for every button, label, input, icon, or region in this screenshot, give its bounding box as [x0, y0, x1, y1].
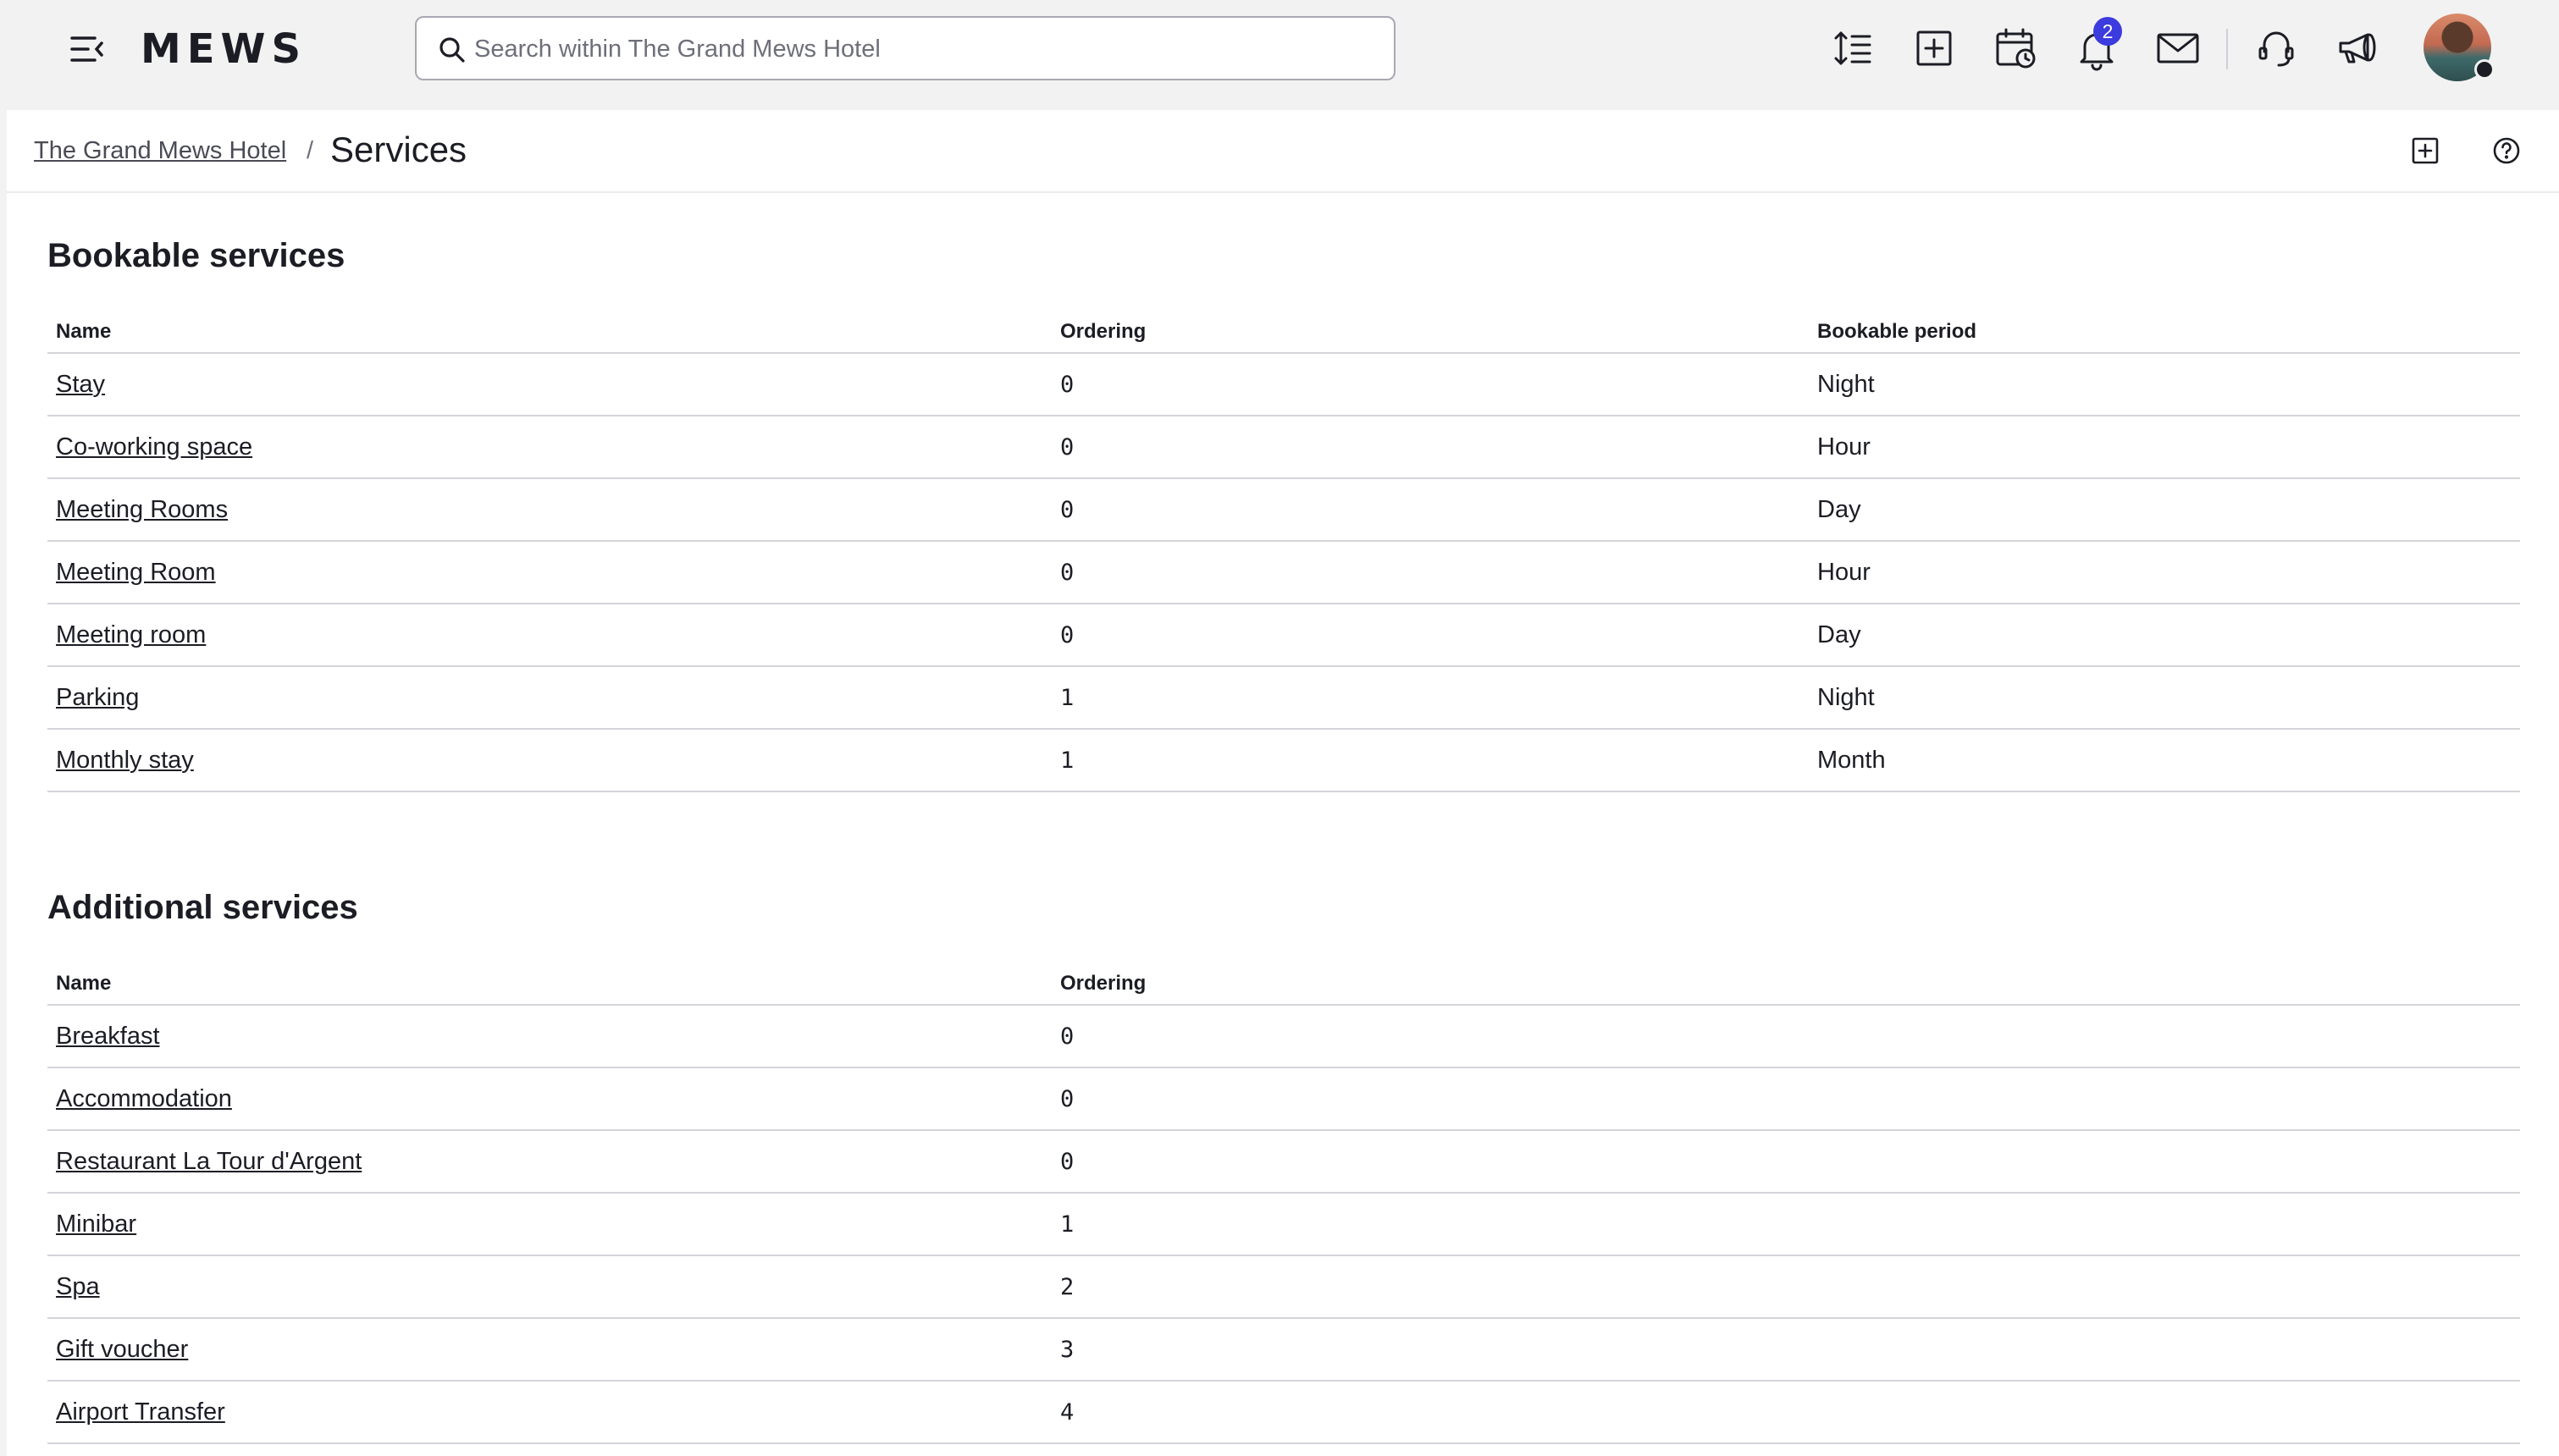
service-link[interactable]: Meeting room [56, 621, 206, 648]
service-link[interactable]: Spa [56, 1273, 100, 1300]
bookable-period-value: Month [1809, 729, 2520, 792]
bookable-period-value: Hour [1809, 416, 2520, 479]
table-header-row: Name Ordering Bookable period [47, 312, 2520, 354]
ordering-value: 0 [1052, 604, 1809, 667]
add-square-icon[interactable] [1910, 25, 1958, 72]
service-link[interactable]: Breakfast [56, 1023, 160, 1050]
table-row: Spa 2 [47, 1255, 2520, 1319]
ordering-value: 4 [1052, 1381, 2520, 1444]
bookable-period-value: Day [1809, 478, 2520, 542]
additional-services-title: Additional services [47, 889, 358, 926]
toolbar-divider [2226, 29, 2228, 69]
ordering-value: 0 [1052, 353, 1809, 416]
column-header-name[interactable]: Name [47, 312, 1052, 354]
service-link[interactable]: Co-working space [56, 433, 252, 461]
ordering-value: 0 [1052, 416, 1809, 479]
table-row: Restaurant La Tour d'Argent 0 [47, 1130, 2520, 1194]
ordering-value: 0 [1052, 478, 1809, 542]
service-link[interactable]: Minibar [56, 1211, 136, 1238]
table-row: Stay 0 Night [47, 353, 2520, 416]
ordering-value: 2 [1052, 1255, 2520, 1319]
ordering-value: 1 [1052, 729, 1809, 792]
ordering-value: 1 [1052, 1193, 2520, 1256]
ordering-value: 0 [1052, 1067, 2520, 1131]
status-indicator [2474, 59, 2495, 80]
service-link[interactable]: Meeting Rooms [56, 496, 228, 523]
bookable-period-value: Hour [1809, 541, 2520, 604]
calendar-clock-icon[interactable] [1992, 25, 2039, 72]
additional-services-table: Name Ordering Breakfast 0 Accommodation … [47, 963, 2520, 1444]
breadcrumb-separator: / [307, 137, 314, 164]
bookable-period-value: Night [1809, 353, 2520, 416]
megaphone-icon[interactable] [2334, 25, 2381, 72]
service-link[interactable]: Accommodation [56, 1085, 232, 1112]
service-link[interactable]: Parking [56, 684, 139, 711]
bookable-period-value: Day [1809, 604, 2520, 667]
service-link[interactable]: Stay [56, 371, 105, 398]
table-row: Parking 1 Night [47, 666, 2520, 730]
headset-icon[interactable] [2252, 25, 2300, 72]
breadcrumb-parent-link[interactable]: The Grand Mews Hotel [34, 135, 286, 166]
search-input[interactable] [473, 23, 1373, 75]
menu-toggle-icon[interactable] [69, 32, 108, 66]
bookable-services-table: Name Ordering Bookable period Stay 0 Nig… [47, 312, 2520, 792]
top-bar: MEWS Search within The Grand Mews Hotel … [0, 0, 2559, 110]
search-box[interactable] [415, 16, 1396, 80]
table-row: Accommodation 0 [47, 1067, 2520, 1131]
service-link[interactable]: Gift voucher [56, 1336, 188, 1363]
page-header: The Grand Mews Hotel / Services [7, 110, 2559, 193]
ordering-value: 1 [1052, 666, 1809, 730]
notification-count-badge: 2 [2093, 17, 2122, 46]
help-circle-icon[interactable] [2490, 134, 2523, 168]
service-link[interactable]: Monthly stay [56, 747, 194, 774]
bookable-services-title: Bookable services [47, 237, 345, 274]
table-row: Meeting Room 0 Hour [47, 541, 2520, 604]
table-row: Meeting Rooms 0 Day [47, 478, 2520, 542]
bookable-period-value: Night [1809, 666, 2520, 730]
column-header-ordering[interactable]: Ordering [1052, 312, 1809, 354]
page-title: Services [330, 130, 467, 169]
service-link[interactable]: Restaurant La Tour d'Argent [56, 1148, 362, 1175]
mews-logo[interactable]: MEWS [141, 20, 307, 78]
table-row: Breakfast 0 [47, 1005, 2520, 1068]
ordering-value: 0 [1052, 1005, 2520, 1068]
ordering-value: 0 [1052, 1130, 2520, 1194]
ordering-value: 3 [1052, 1318, 2520, 1382]
table-row: Gift voucher 3 [47, 1318, 2520, 1382]
column-header-name[interactable]: Name [47, 963, 1052, 1006]
service-link[interactable]: Meeting Room [56, 559, 216, 586]
main-panel: The Grand Mews Hotel / Services Bookable… [7, 110, 2559, 1456]
column-header-bookable-period[interactable]: Bookable period [1809, 312, 2520, 354]
service-link[interactable]: Airport Transfer [56, 1398, 225, 1426]
search-icon [437, 35, 467, 65]
table-row: Co-working space 0 Hour [47, 416, 2520, 479]
table-row: Meeting room 0 Day [47, 604, 2520, 667]
table-row: Airport Transfer 4 [47, 1381, 2520, 1444]
ordering-value: 0 [1052, 541, 1809, 604]
table-row: Minibar 1 [47, 1193, 2520, 1256]
table-row: Monthly stay 1 Month [47, 729, 2520, 792]
mail-icon[interactable] [2154, 25, 2202, 72]
add-service-icon[interactable] [2408, 134, 2442, 168]
line-height-sort-icon[interactable] [1829, 25, 1876, 72]
table-header-row: Name Ordering [47, 963, 2520, 1006]
column-header-ordering[interactable]: Ordering [1052, 963, 2520, 1006]
